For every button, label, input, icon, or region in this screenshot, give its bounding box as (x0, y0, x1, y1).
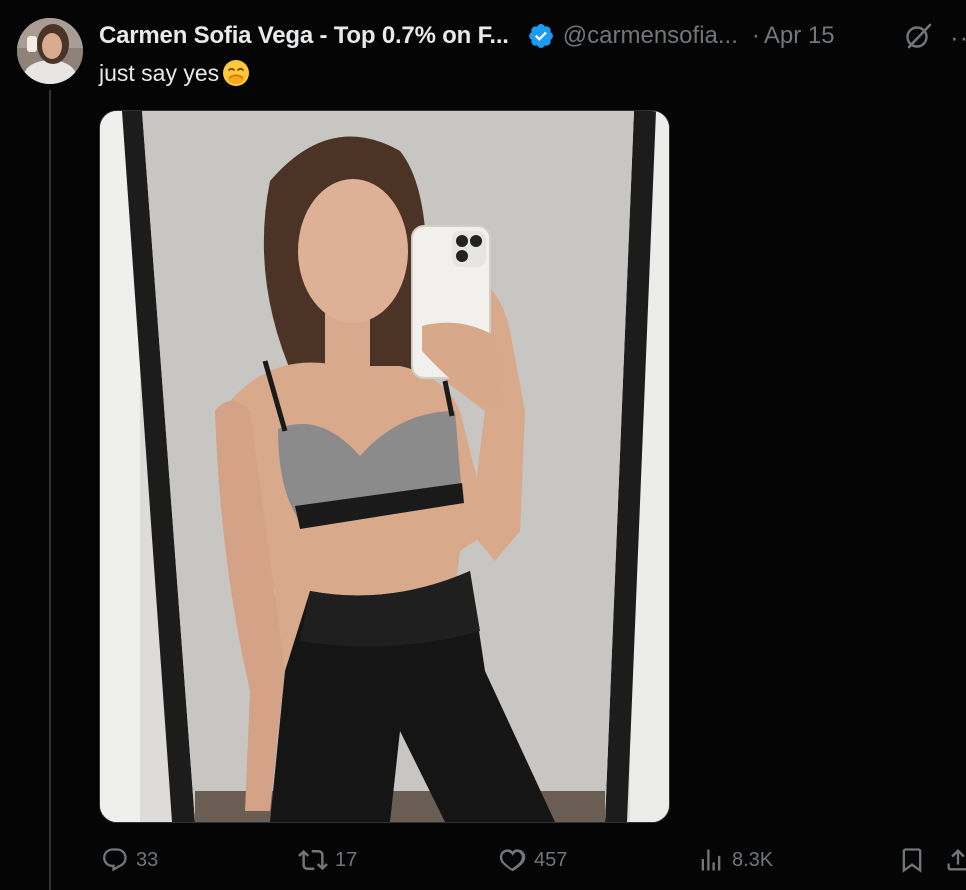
reply-button[interactable]: 33 (101, 842, 158, 878)
like-button[interactable]: 457 (497, 842, 567, 878)
bookmark-button[interactable] (898, 842, 933, 878)
views-icon (701, 849, 721, 871)
retweet-button[interactable]: 17 (298, 842, 357, 878)
views-count: 8.3K (732, 848, 774, 871)
tweet-text: just say yes (99, 58, 251, 88)
share-button[interactable] (944, 842, 966, 878)
ellipsis-icon[interactable]: ·· (950, 22, 966, 53)
display-name[interactable]: Carmen Sofia Vega - Top 0.7% on F... (99, 22, 509, 50)
retweet-icon (298, 849, 328, 871)
user-handle[interactable]: @carmensofia... (563, 22, 738, 50)
verified-badge-icon[interactable] (527, 22, 555, 50)
thread-line (49, 90, 51, 890)
heart-icon (499, 849, 526, 872)
grok-icon[interactable] (903, 21, 933, 51)
share-icon (947, 849, 966, 871)
retweet-count: 17 (335, 848, 358, 871)
reply-icon (103, 848, 127, 872)
reply-count: 33 (136, 848, 159, 871)
face-with-hand-over-mouth-emoji (221, 58, 251, 88)
tweet-text-content: just say yes (99, 59, 220, 86)
avatar[interactable] (17, 18, 83, 84)
tweet-header: Carmen Sofia Vega - Top 0.7% on F... @ca… (99, 18, 835, 54)
tweet-photo[interactable] (99, 110, 670, 823)
like-count: 457 (534, 848, 568, 871)
tweet-date[interactable]: Apr 15 (764, 22, 835, 50)
bookmark-icon (902, 848, 922, 873)
tweet[interactable]: Carmen Sofia Vega - Top 0.7% on F... @ca… (0, 0, 966, 890)
tweet-actions: 33 17 457 8.3K (0, 842, 966, 878)
views-button[interactable]: 8.3K (697, 842, 773, 878)
separator-dot: · (751, 22, 760, 49)
